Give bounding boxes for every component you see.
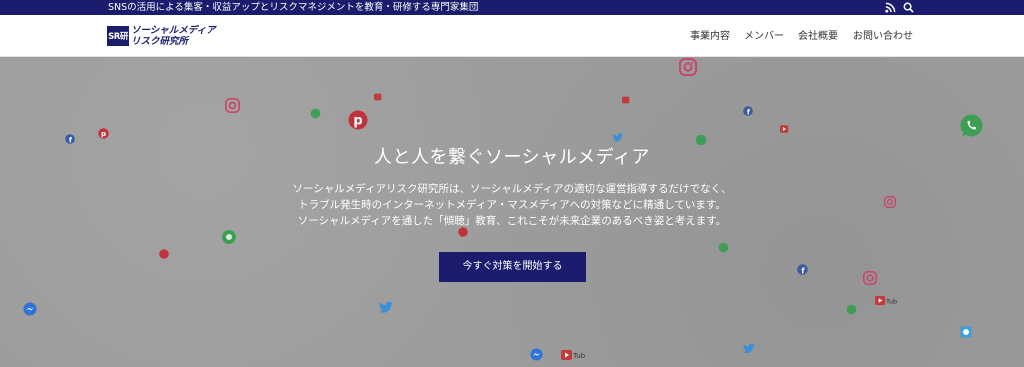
start-countermeasures-button[interactable]: 今すぐ対策を開始する <box>439 252 586 282</box>
messenger-icon <box>530 348 543 361</box>
pinterest-icon: p <box>348 110 368 130</box>
whatsapp-icon <box>695 134 707 146</box>
pinterest-icon <box>159 249 169 259</box>
top-bar: SNSの活用による集客・収益アップとリスクマネジメントを教育・研修する専門家集団 <box>0 0 1024 15</box>
whatsapp-icon <box>718 242 729 253</box>
nav-item-company[interactable]: 会社概要 <box>798 30 838 44</box>
hero-headline: 人と人を繋ぐソーシャルメディア <box>374 147 650 168</box>
hero-description-line3: ソーシャルメディアを通した「傾聴」教育、これこそが未来企業のあるべき姿と考えます… <box>297 215 727 227</box>
facebook-icon: f <box>797 264 808 275</box>
twitter-icon <box>742 343 755 354</box>
twitter-icon <box>378 301 393 313</box>
logo-text-line1: ソーシャルメディア <box>131 25 216 36</box>
instagram-icon <box>863 271 877 285</box>
svg-text:Tube: Tube <box>572 352 585 360</box>
hero-section: p Tube Tube f f f <box>0 58 1024 367</box>
site-header: SR研 ソーシャルメディア リスク研究所 事業内容 メンバー 会社概要 お問い合… <box>0 15 1024 57</box>
whatsapp-icon <box>310 108 321 119</box>
facebook-icon: f <box>65 134 75 144</box>
youtube-icon <box>780 125 789 133</box>
skype-icon <box>960 326 972 338</box>
logo-text-line2: リスク研究所 <box>131 36 189 47</box>
youtube-icon <box>374 93 382 101</box>
youtube-icon <box>622 96 630 104</box>
whatsapp-icon <box>960 114 983 137</box>
nav-item-business[interactable]: 事業内容 <box>690 30 730 44</box>
hero-description-line1: ソーシャルメディアリスク研究所は、ソーシャルメディアの適切な運営指導するだけでな… <box>292 183 732 195</box>
whatsapp-icon <box>846 304 857 315</box>
twitter-icon <box>612 133 624 142</box>
messenger-icon <box>23 302 37 316</box>
nav-item-members[interactable]: メンバー <box>744 30 784 44</box>
nav-item-contact[interactable]: お問い合わせ <box>853 30 913 44</box>
site-logo[interactable]: SR研 ソーシャルメディア リスク研究所 <box>107 24 216 50</box>
instagram-icon <box>679 58 697 76</box>
youtube-icon: Tube <box>561 350 585 360</box>
hero-description-line2: トラブル発生時のインターネットメディア・マスメディアへの対策などに精通しています… <box>298 199 726 211</box>
facebook-icon: f <box>743 106 753 116</box>
svg-text:p: p <box>353 114 362 129</box>
whatsapp-icon <box>222 230 236 244</box>
logo-mark: SR研 <box>107 26 129 46</box>
search-icon[interactable] <box>903 2 914 13</box>
site-tagline: SNSの活用による集客・収益アップとリスクマネジメントを教育・研修する専門家集団 <box>108 2 479 13</box>
instagram-icon <box>225 98 240 113</box>
pinterest-icon: p <box>98 128 109 139</box>
svg-text:Tube: Tube <box>885 297 897 305</box>
youtube-icon: Tube <box>875 295 897 305</box>
svg-text:p: p <box>101 129 106 138</box>
rss-icon[interactable] <box>885 2 896 13</box>
